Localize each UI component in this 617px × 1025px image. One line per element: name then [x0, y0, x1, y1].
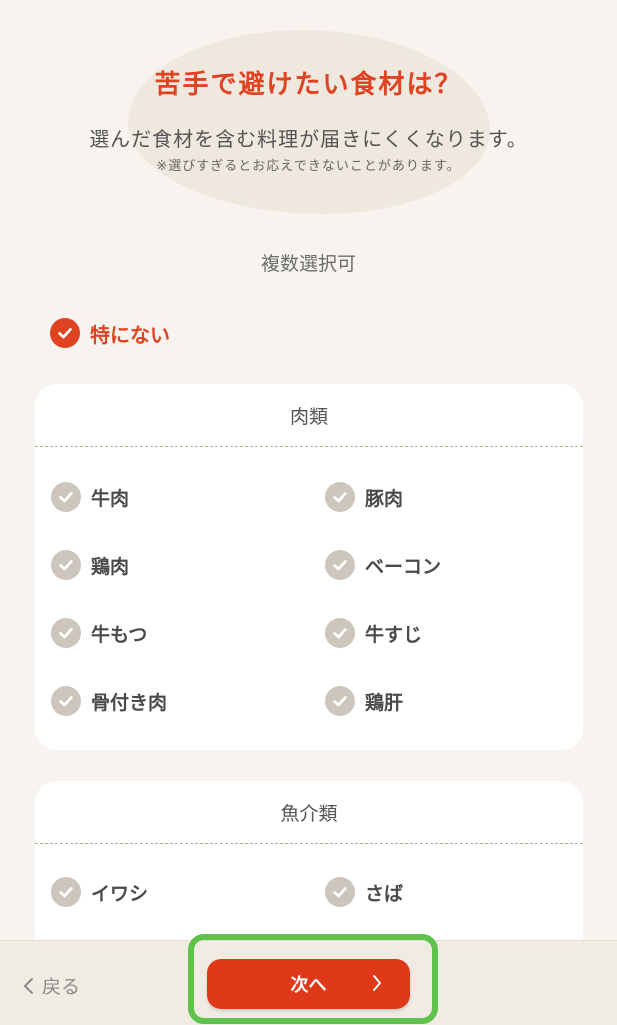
option-item[interactable]: イワシ [51, 877, 148, 907]
category-title: 魚介類 [35, 781, 583, 844]
option-label: イワシ [91, 882, 149, 905]
option-item[interactable]: 牛もつ [51, 618, 147, 648]
check-icon [325, 550, 355, 580]
option-label: 骨付き肉 [91, 691, 168, 714]
check-icon [51, 618, 81, 648]
option-label: ベーコン [365, 555, 442, 578]
option-item[interactable]: 鶏肉 [51, 550, 129, 580]
check-icon [51, 686, 81, 716]
option-item[interactable]: 骨付き肉 [51, 686, 167, 716]
check-icon [325, 482, 355, 512]
multi-select-label: 複数選択可 [260, 253, 356, 275]
header-background-blob [128, 30, 490, 214]
check-icon [325, 877, 355, 907]
option-none[interactable]: 特にない [50, 318, 170, 348]
option-item[interactable]: 鶏肝 [325, 686, 403, 716]
next-button[interactable]: 次へ [207, 959, 410, 1009]
option-item[interactable]: 豚肉 [325, 482, 403, 512]
option-label: 牛すじ [365, 623, 423, 646]
category-title: 肉類 [35, 384, 583, 447]
chevron-left-icon [24, 977, 33, 994]
check-icon [51, 482, 81, 512]
option-item[interactable]: 牛すじ [325, 618, 422, 648]
back-button[interactable]: 戻る [22, 972, 80, 999]
check-icon [50, 318, 80, 348]
category-card-meat: 肉類 牛肉 豚肉 鶏肉 ベーコン 牛もつ 牛すじ 骨付き肉 鶏肝 [35, 384, 583, 750]
back-label: 戻る [42, 976, 81, 998]
check-icon [51, 877, 81, 907]
option-label: 牛肉 [91, 487, 130, 510]
option-item[interactable]: 牛肉 [51, 482, 129, 512]
check-icon [51, 550, 81, 580]
page-subtitle: 選んだ食材を含む料理が届きにくくなります。 [89, 127, 528, 151]
option-label: 鶏肉 [91, 555, 130, 578]
option-item[interactable]: ベーコン [325, 550, 441, 580]
check-icon [325, 686, 355, 716]
option-label: 牛もつ [91, 623, 148, 646]
check-icon [325, 618, 355, 648]
option-item[interactable]: さば [325, 877, 403, 907]
option-none-label: 特にない [90, 322, 170, 347]
page-title: 苦手で避けたい食材は？ [154, 70, 463, 100]
next-label: 次へ [290, 975, 327, 996]
option-label: さば [365, 882, 404, 905]
chevron-right-icon [373, 975, 381, 991]
option-label: 鶏肝 [365, 691, 404, 714]
option-label: 豚肉 [365, 487, 404, 510]
page-note: ※選びすぎるとお応えできないことがあります。 [156, 159, 461, 174]
